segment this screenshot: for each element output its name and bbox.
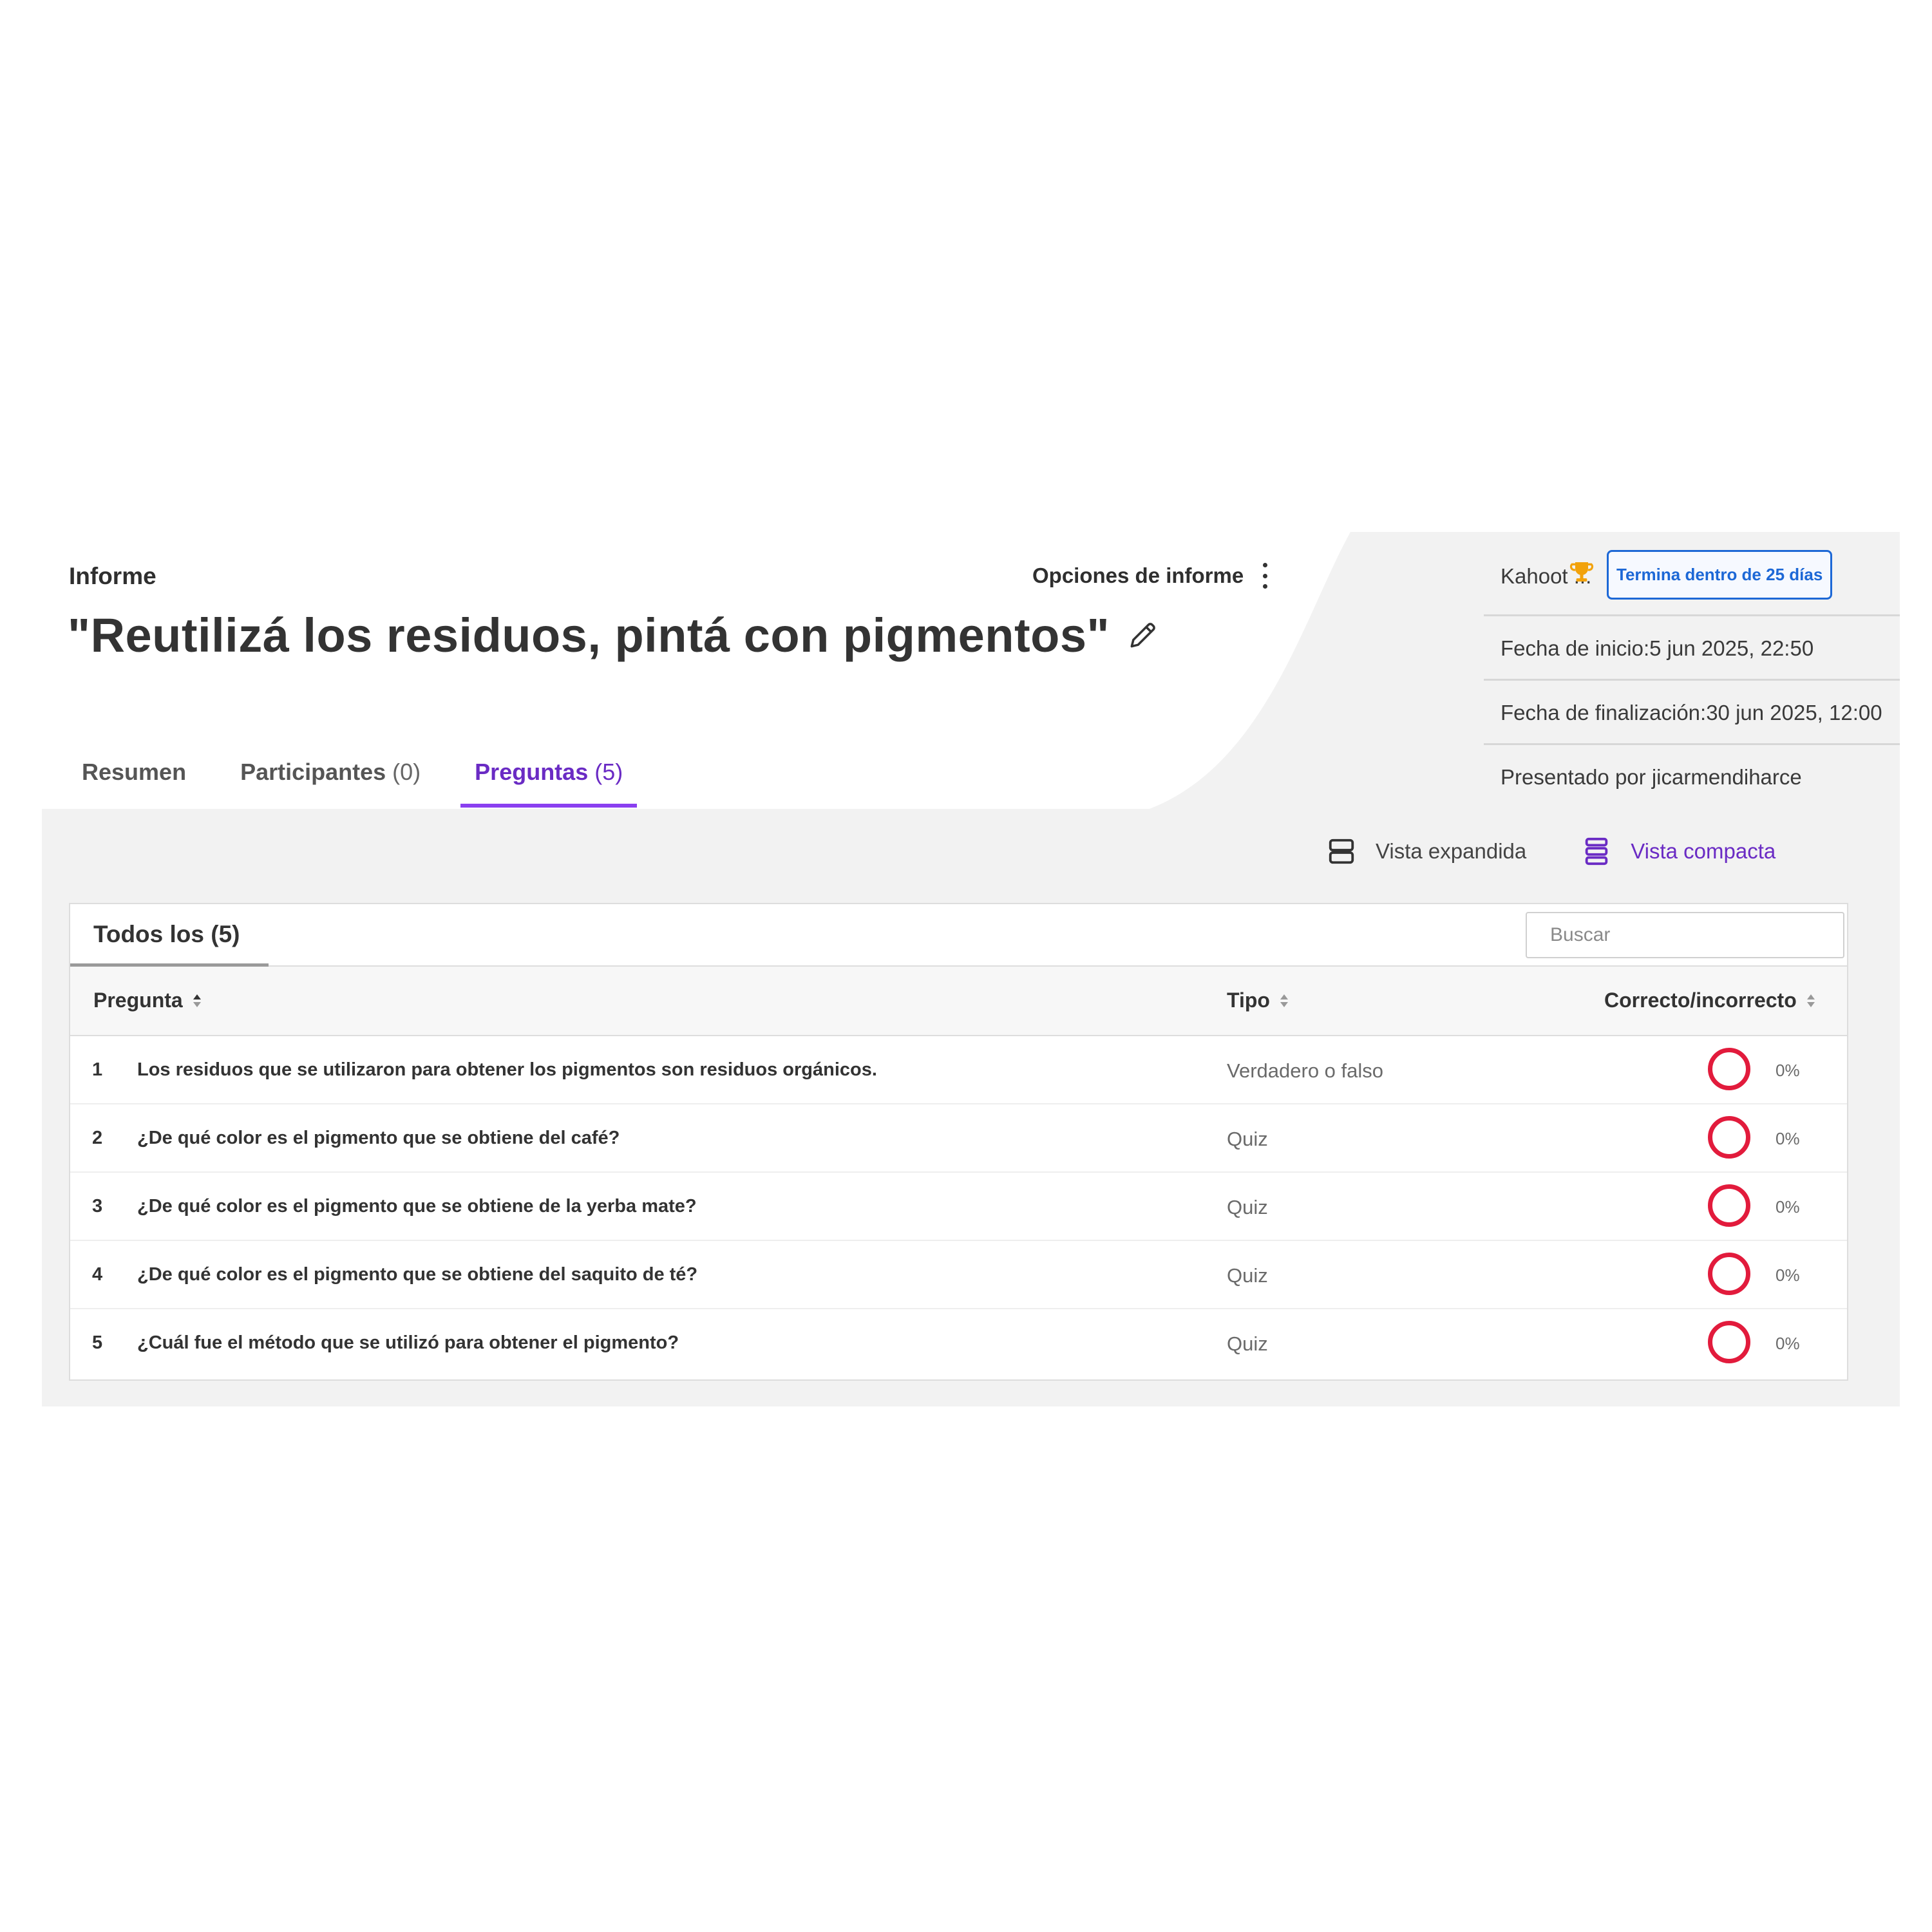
question-type: Quiz bbox=[1227, 1196, 1268, 1218]
sort-icon bbox=[193, 994, 201, 1007]
expanded-view-label: Vista expandida bbox=[1376, 839, 1527, 863]
end-date: Fecha de finalización:30 jun 2025, 12:00 bbox=[1501, 701, 1882, 724]
start-date: Fecha de inicio:5 jun 2025, 22:50 bbox=[1501, 636, 1814, 660]
correct-ring-icon bbox=[1708, 1321, 1750, 1363]
report-page: Informe Opciones de informe "Reutilizá l… bbox=[42, 532, 1900, 1406]
sort-icon bbox=[1806, 994, 1815, 1007]
table-row[interactable]: 4 ¿De qué color es el pigmento que se ob… bbox=[70, 1241, 1847, 1309]
tab-label: Participantes bbox=[240, 759, 386, 785]
table-header: Pregunta Tipo Correcto/incorrecto bbox=[70, 967, 1847, 1036]
question-number: 5 bbox=[92, 1332, 103, 1353]
question-text: ¿De qué color es el pigmento que se obti… bbox=[137, 1128, 620, 1148]
tab-count: (5) bbox=[594, 759, 623, 785]
column-header-correcto[interactable]: Correcto/incorrecto bbox=[1604, 989, 1815, 1012]
ends-in-badge: Termina dentro de 25 días bbox=[1607, 550, 1833, 600]
question-text: ¿De qué color es el pigmento que se obti… bbox=[137, 1264, 698, 1285]
column-header-tipo[interactable]: Tipo bbox=[1227, 989, 1288, 1012]
filter-tab-all[interactable]: Todos los (5) bbox=[70, 904, 269, 967]
section-label: Informe bbox=[69, 563, 156, 589]
correct-percent: 0% bbox=[1776, 1334, 1800, 1353]
table-row[interactable]: 3 ¿De qué color es el pigmento que se ob… bbox=[70, 1173, 1847, 1241]
correct-ring-icon bbox=[1708, 1116, 1750, 1159]
question-number: 1 bbox=[92, 1059, 103, 1080]
expanded-view-button[interactable]: Vista expandida bbox=[1327, 836, 1526, 867]
divider bbox=[1484, 614, 1900, 616]
correct-ring-icon bbox=[1708, 1048, 1750, 1090]
column-label: Tipo bbox=[1227, 989, 1270, 1012]
compact-view-icon bbox=[1586, 837, 1608, 866]
correct-ring-icon bbox=[1708, 1253, 1750, 1295]
question-type: Verdadero o falso bbox=[1227, 1059, 1384, 1082]
table-row[interactable]: 2 ¿De qué color es el pigmento que se ob… bbox=[70, 1104, 1847, 1173]
question-type: Quiz bbox=[1227, 1332, 1268, 1355]
compact-view-label: Vista compacta bbox=[1631, 839, 1776, 863]
correct-percent: 0% bbox=[1776, 1129, 1800, 1148]
view-toggle: Vista expandida Vista compacta bbox=[1327, 836, 1776, 867]
question-number: 2 bbox=[92, 1128, 103, 1148]
tab-label: Resumen bbox=[82, 759, 187, 785]
correct-percent: 0% bbox=[1776, 1197, 1800, 1217]
tab-label: Preguntas bbox=[475, 759, 589, 785]
table-row[interactable]: 5 ¿Cuál fue el método que se utilizó par… bbox=[70, 1309, 1847, 1378]
correct-ring-icon bbox=[1708, 1184, 1750, 1227]
report-options-label: Opciones de informe bbox=[1032, 564, 1244, 587]
column-label: Pregunta bbox=[93, 989, 183, 1012]
tab-resumen[interactable]: Resumen bbox=[68, 747, 200, 808]
compact-view-button[interactable]: Vista compacta bbox=[1582, 836, 1776, 867]
host-label: Presentado por jicarmendiharce bbox=[1501, 765, 1802, 789]
divider bbox=[1484, 679, 1900, 681]
questions-table-card: Todos los (5) Pregunta Tipo Correcto/inc… bbox=[69, 903, 1848, 1381]
title-row: "Reutilizá los residuos, pintá con pigme… bbox=[68, 608, 1159, 663]
column-header-pregunta[interactable]: Pregunta bbox=[93, 989, 201, 1012]
trophy-icon bbox=[1569, 562, 1594, 582]
question-text: Los residuos que se utilizaron para obte… bbox=[137, 1059, 877, 1080]
correct-percent: 0% bbox=[1776, 1061, 1800, 1080]
question-text: ¿De qué color es el pigmento que se obti… bbox=[137, 1196, 697, 1217]
question-text: ¿Cuál fue el método que se utilizó para … bbox=[137, 1332, 679, 1353]
correct-percent: 0% bbox=[1776, 1265, 1800, 1285]
column-label: Correcto/incorrecto bbox=[1604, 989, 1797, 1012]
question-number: 3 bbox=[92, 1196, 103, 1217]
question-type: Quiz bbox=[1227, 1264, 1268, 1287]
tab-count: (0) bbox=[392, 759, 421, 785]
report-options-button[interactable]: Opciones de informe bbox=[1032, 563, 1268, 589]
table-row[interactable]: 1 Los residuos que se utilizaron para ob… bbox=[70, 1036, 1847, 1104]
pencil-edit-icon[interactable] bbox=[1126, 620, 1159, 652]
search-input[interactable] bbox=[1526, 912, 1844, 958]
sort-icon bbox=[1280, 994, 1288, 1007]
tab-preguntas[interactable]: Preguntas (5) bbox=[460, 747, 638, 808]
question-type: Quiz bbox=[1227, 1128, 1268, 1150]
expanded-view-icon bbox=[1329, 838, 1354, 864]
tab-participantes[interactable]: Participantes (0) bbox=[226, 747, 435, 808]
more-vertical-icon bbox=[1262, 563, 1268, 589]
page-title: "Reutilizá los residuos, pintá con pigme… bbox=[68, 609, 1110, 662]
divider bbox=[1484, 743, 1900, 745]
question-number: 4 bbox=[92, 1264, 103, 1285]
report-tabs: Resumen Participantes (0) Preguntas (5) bbox=[68, 747, 663, 809]
card-toolbar: Todos los (5) bbox=[70, 904, 1847, 967]
